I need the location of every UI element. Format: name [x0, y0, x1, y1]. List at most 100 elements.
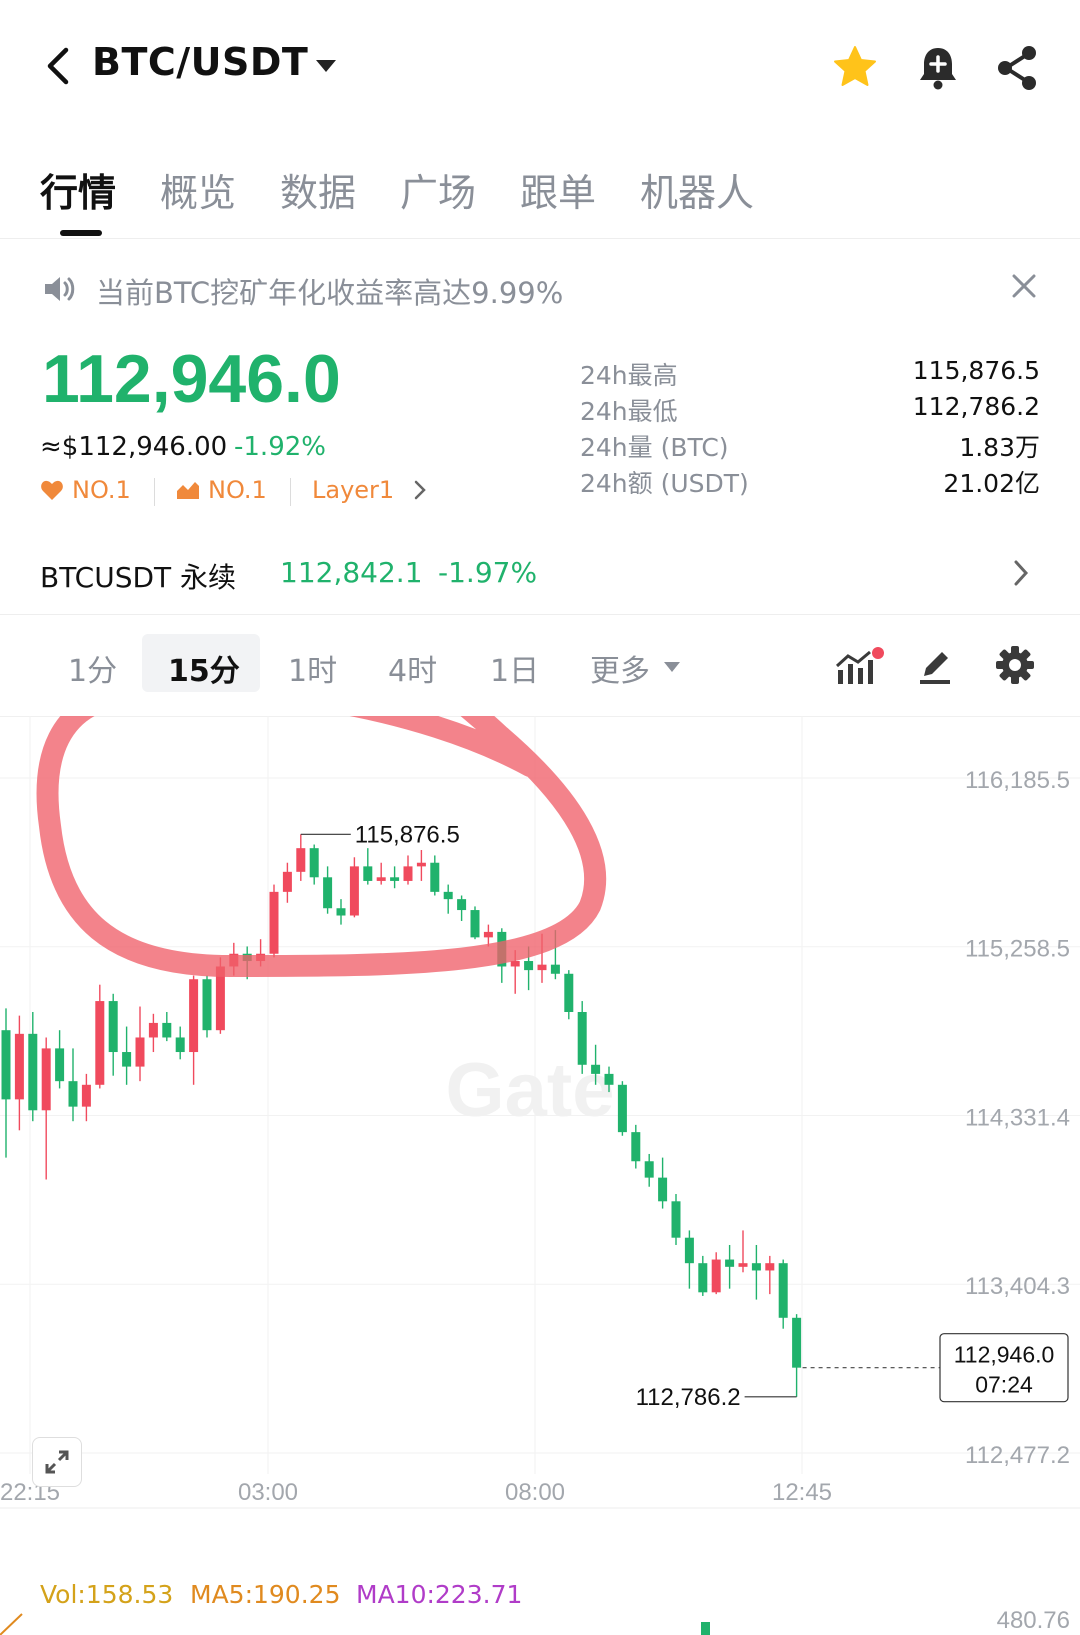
x-tick-label: 08:00 [505, 1479, 565, 1506]
interval-1h[interactable]: 1时 [288, 646, 337, 690]
tab-market[interactable]: 行情 [40, 162, 116, 217]
pencil-icon[interactable] [916, 646, 956, 686]
candle-body [658, 1177, 668, 1202]
rank-badge-trend[interactable]: NO.1 [176, 476, 267, 504]
volume-bar [701, 1622, 710, 1635]
watermark: Gate [446, 1048, 615, 1133]
y-tick-label: 112,477.2 [965, 1442, 1070, 1469]
candle-body [510, 961, 520, 967]
active-tab-indicator [60, 230, 102, 236]
gear-icon[interactable] [994, 644, 1036, 686]
stat-value-low: 112,786.2 [912, 392, 1040, 421]
interval-1m[interactable]: 1分 [68, 646, 117, 690]
candle-body [751, 1263, 761, 1271]
tab-overview[interactable]: 概览 [160, 162, 236, 217]
candle-body [95, 1001, 105, 1085]
candle-body [175, 1037, 185, 1053]
expand-icon [45, 1450, 69, 1474]
close-icon[interactable] [1010, 272, 1038, 300]
y-tick-label: 114,331.4 [965, 1104, 1070, 1131]
candle-body [792, 1317, 802, 1368]
candle-body [698, 1263, 708, 1293]
candle-body [28, 1033, 38, 1111]
tab-copytrade[interactable]: 跟单 [520, 162, 596, 217]
stat-value-volume: 1.83万 [959, 433, 1040, 462]
category-tag[interactable]: Layer1 [312, 476, 394, 504]
back-icon[interactable] [40, 44, 80, 88]
interval-15m[interactable]: 15分 [168, 646, 240, 690]
candle-body [189, 979, 199, 1053]
candlestick-chart[interactable]: Gate 116,185.5 115,258.5 114,331.4 113,404.… [0, 716, 1080, 1635]
candle-body [577, 1011, 587, 1065]
interval-4h[interactable]: 4时 [388, 646, 437, 690]
tab-square[interactable]: 广场 [400, 162, 476, 217]
stat-value-high: 115,876.5 [912, 356, 1040, 385]
candle-body [644, 1161, 654, 1178]
ma10-indicator: MA10:223.71 [356, 1580, 523, 1609]
share-icon[interactable] [996, 44, 1040, 92]
candle-body [41, 1048, 51, 1111]
candle-body [537, 964, 547, 971]
candle-body [81, 1084, 91, 1107]
candle-body [55, 1048, 65, 1082]
candle-body [470, 910, 480, 938]
perpetual-price: 112,842.1 [280, 556, 423, 589]
candle-body [349, 866, 359, 916]
chevron-right-icon[interactable] [412, 478, 428, 502]
low-marker-label: 112,786.2 [636, 1384, 741, 1411]
pair-title[interactable]: BTC/USDT [92, 40, 308, 84]
candle-body [68, 1081, 78, 1107]
perpetual-change-pct: -1.97% [438, 556, 538, 589]
candle-body [403, 866, 413, 881]
chevron-down-icon[interactable] [664, 662, 680, 672]
volume-axis-label: 480.76 [997, 1607, 1070, 1634]
candle-body [336, 908, 346, 916]
high-marker-label: 115,876.5 [355, 821, 460, 848]
announcement-text[interactable]: 当前BTC挖矿年化收益率高达9.99% [96, 270, 563, 312]
candle-body [738, 1263, 748, 1267]
candle-body [390, 877, 400, 881]
candle-body [296, 848, 306, 872]
last-price: 112,946.0 [42, 341, 341, 417]
fiat-price: ≈$112,946.00 [40, 432, 228, 462]
candle-body [765, 1263, 775, 1271]
candle-body [108, 1001, 118, 1053]
chevron-right-icon[interactable] [1012, 558, 1030, 588]
candle-body [684, 1237, 694, 1264]
y-tick-label: 115,258.5 [965, 936, 1070, 963]
fullscreen-button[interactable] [32, 1437, 82, 1487]
candle-body [363, 866, 373, 881]
candle-body [323, 877, 333, 909]
perpetual-name[interactable]: BTCUSDT 永续 [40, 556, 236, 596]
chevron-down-icon[interactable] [316, 60, 336, 72]
candle-body [524, 961, 534, 971]
indicator-icon[interactable] [834, 646, 884, 686]
star-icon[interactable] [832, 44, 878, 90]
tab-data[interactable]: 数据 [280, 162, 356, 217]
candle-body [457, 899, 467, 911]
candle-body [604, 1073, 614, 1085]
candle-body [443, 891, 453, 900]
current-price-label: 112,946.0 [954, 1342, 1055, 1368]
ma-line [0, 1613, 23, 1635]
interval-1d[interactable]: 1日 [490, 646, 539, 690]
x-tick-label: 12:45 [772, 1479, 832, 1506]
candle-body [416, 862, 426, 867]
candle-body [376, 877, 386, 881]
stat-label-high: 24h最高 [580, 361, 678, 390]
candle-body [711, 1259, 721, 1293]
stat-label-low: 24h最低 [580, 397, 678, 426]
rank-badge-hot[interactable]: NO.1 [40, 476, 131, 504]
x-tick-label: 03:00 [238, 1479, 298, 1506]
candle-body [483, 931, 493, 938]
interval-more[interactable]: 更多 [590, 646, 650, 690]
candle-body [671, 1201, 681, 1238]
candle-body [282, 871, 292, 892]
candle-body [309, 848, 319, 878]
candle-body [14, 1033, 24, 1100]
bell-icon[interactable] [916, 44, 960, 92]
candle-body [631, 1132, 641, 1162]
tab-bot[interactable]: 机器人 [640, 162, 754, 217]
speaker-icon [45, 277, 75, 301]
candle-body [591, 1064, 601, 1074]
